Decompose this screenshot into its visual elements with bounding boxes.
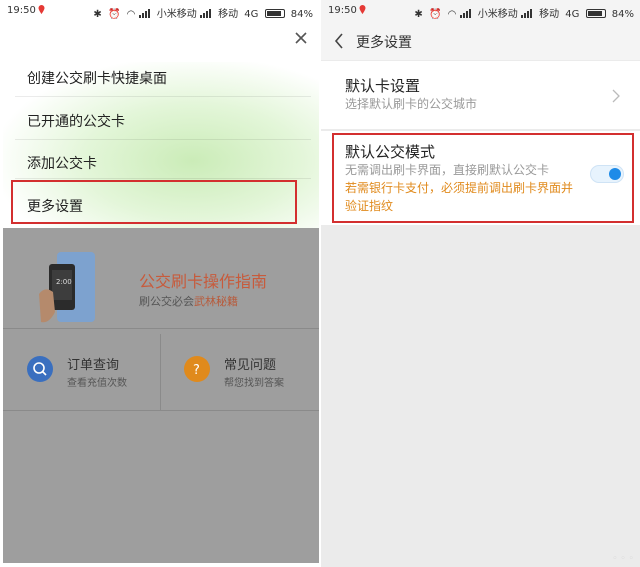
page-title: 更多设置 — [356, 35, 412, 51]
page-header: 更多设置 — [321, 22, 640, 60]
status-icons: ✱ ⏰ ◠ 小米移动 移动 4G 84% — [411, 5, 634, 20]
divider — [3, 328, 319, 329]
menu-sheet: 创建公交刷卡快捷桌面 已开通的公交卡 添加公交卡 更多设置 — [3, 22, 319, 242]
guide-banner[interactable]: 2:00 公交刷卡操作指南 刷公交必会武林秘籍 — [3, 228, 319, 328]
location-icon — [359, 5, 366, 14]
annotation-highlight-box — [11, 180, 297, 224]
faq-subtitle: 帮您找到答案 — [224, 378, 284, 389]
wifi-icon: ◠ — [447, 9, 457, 20]
status-time: 19:50 — [7, 5, 36, 16]
default-card-title: 默认卡设置 — [345, 77, 421, 95]
faq-title: 常见问题 — [224, 358, 277, 373]
divider — [15, 178, 311, 179]
right-screen: 19:50 ✱ ⏰ ◠ 小米移动 移动 4G 84% 更多设置 默认卡设置 选择… — [321, 0, 640, 567]
default-card-subtitle: 选择默认刷卡的公交城市 — [345, 97, 478, 111]
watermark: ◦ ◦ ◦ — [612, 554, 634, 564]
faq-button[interactable]: ? 常见问题 帮您找到答案 — [184, 344, 314, 404]
location-icon — [38, 5, 45, 14]
carrier-1: 小米移动 — [156, 9, 197, 20]
network-type: 4G — [565, 9, 580, 20]
dimmed-background: 2:00 公交刷卡操作指南 刷公交必会武林秘籍 订单查询 查看充值次数 ? 常见… — [3, 228, 319, 563]
bluetooth-icon: ✱ — [93, 9, 102, 20]
signal-icon — [138, 9, 150, 18]
menu-item-create-shortcut[interactable]: 创建公交刷卡快捷桌面 — [27, 68, 167, 88]
signal-icon — [520, 9, 532, 18]
wifi-icon: ◠ — [126, 9, 136, 20]
alarm-icon: ⏰ — [428, 9, 442, 20]
order-query-button[interactable]: 订单查询 查看充值次数 — [27, 344, 157, 404]
carrier-1: 小米移动 — [477, 9, 518, 20]
battery-icon — [585, 9, 606, 18]
status-bar: 19:50 ✱ ⏰ ◠ 小米移动 移动 4G 84% — [0, 0, 319, 22]
divider — [15, 139, 311, 140]
guide-subtitle-highlight: 武林秘籍 — [194, 295, 238, 308]
battery-level: 84% — [611, 9, 634, 20]
order-query-title: 订单查询 — [67, 358, 120, 373]
phone-in-hand-illustration: 2:00 — [39, 252, 95, 323]
status-time: 19:50 — [328, 5, 357, 16]
carrier-2: 移动 — [539, 9, 560, 20]
divider — [15, 96, 311, 97]
menu-item-add-card[interactable]: 添加公交卡 — [27, 153, 97, 173]
bluetooth-icon: ✱ — [414, 9, 423, 20]
guide-subtitle: 刷公交必会武林秘籍 — [139, 293, 238, 309]
divider — [3, 410, 319, 411]
default-card-setting[interactable]: 默认卡设置 选择默认刷卡的公交城市 — [321, 61, 640, 129]
signal-icon — [199, 9, 211, 18]
menu-item-opened-cards[interactable]: 已开通的公交卡 — [27, 111, 125, 131]
alarm-icon: ⏰ — [107, 9, 121, 20]
carrier-2: 移动 — [218, 9, 239, 20]
svg-text:?: ? — [193, 363, 200, 378]
svg-text:2:00: 2:00 — [56, 278, 72, 286]
status-bar: 19:50 ✱ ⏰ ◠ 小米移动 移动 4G 84% — [321, 0, 640, 22]
left-screen: 19:50 ✱ ⏰ ◠ 小米移动 移动 4G 84% 创建公交刷卡快捷桌面 已开… — [0, 0, 319, 567]
signal-icon — [459, 9, 471, 18]
guide-title: 公交刷卡操作指南 — [139, 272, 268, 291]
annotation-highlight-box — [332, 133, 634, 223]
battery-icon — [264, 9, 285, 18]
order-query-subtitle: 查看充值次数 — [67, 378, 127, 389]
divider — [160, 334, 161, 410]
status-icons: ✱ ⏰ ◠ 小米移动 移动 4G 84% — [90, 5, 313, 20]
back-arrow-icon[interactable] — [333, 32, 345, 50]
battery-level: 84% — [290, 9, 313, 20]
guide-subtitle-text: 刷公交必会 — [139, 295, 194, 308]
network-type: 4G — [244, 9, 259, 20]
search-icon — [27, 356, 53, 382]
chevron-right-icon — [612, 89, 620, 103]
close-icon[interactable] — [293, 30, 309, 46]
question-icon: ? — [184, 356, 210, 382]
